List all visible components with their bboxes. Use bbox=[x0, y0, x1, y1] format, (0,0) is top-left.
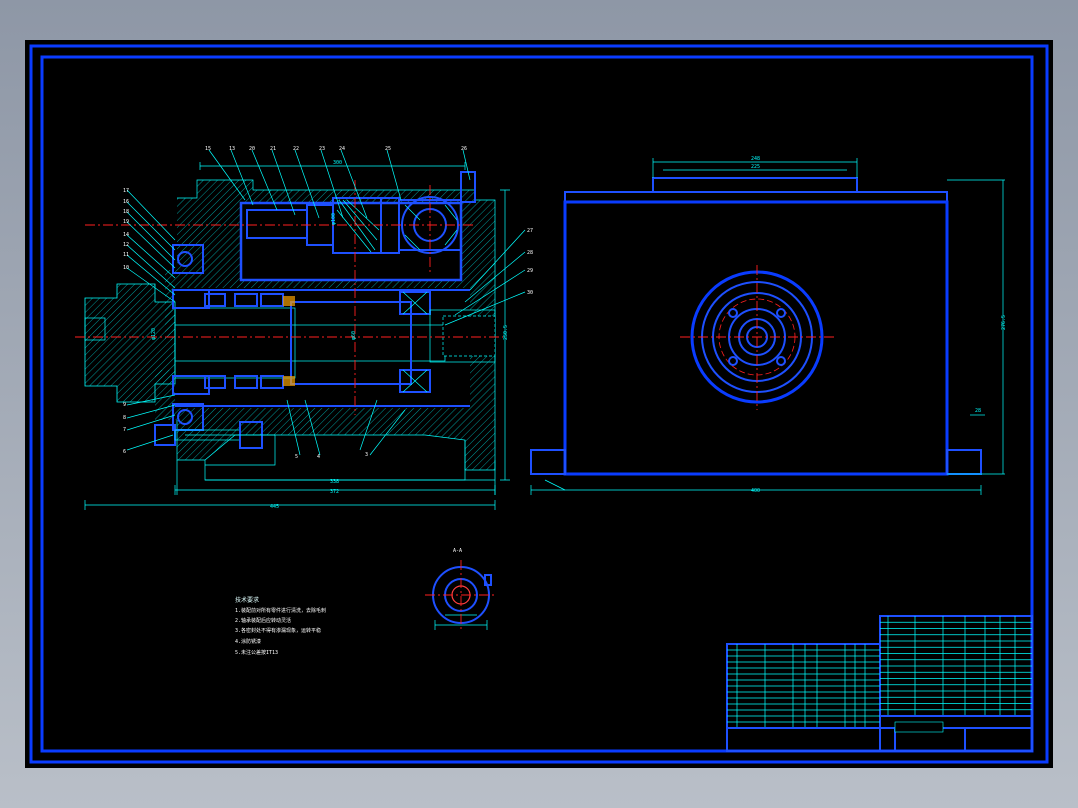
section-a-a: A-A bbox=[425, 548, 497, 630]
svg-text:19: 19 bbox=[123, 219, 129, 225]
notes-line: 4.涂防锈漆 bbox=[235, 638, 261, 645]
svg-text:4: 4 bbox=[317, 454, 320, 460]
svg-text:5: 5 bbox=[295, 454, 298, 460]
technical-notes: 技术要求 1.装配前对所有零件进行清洗，去除毛刺 2.轴承装配后应转动灵活 3.… bbox=[235, 596, 326, 656]
main-section-view: 445 372 338 300 250.5 φ120 φ60 φ100 15 1… bbox=[75, 146, 533, 510]
svg-text:13: 13 bbox=[229, 146, 235, 152]
svg-text:23: 23 bbox=[319, 146, 325, 152]
svg-text:300: 300 bbox=[333, 160, 342, 166]
svg-text:372: 372 bbox=[330, 489, 339, 495]
notes-line: 1.装配前对所有零件进行清洗，去除毛刺 bbox=[235, 607, 326, 614]
svg-text:12: 12 bbox=[123, 242, 129, 248]
svg-text:11: 11 bbox=[123, 252, 129, 258]
svg-text:18: 18 bbox=[123, 209, 129, 215]
title-block bbox=[726, 615, 1033, 752]
svg-text:29: 29 bbox=[527, 268, 533, 274]
svg-text:10: 10 bbox=[123, 265, 129, 271]
svg-text:338: 338 bbox=[330, 479, 339, 485]
svg-text:27: 27 bbox=[527, 228, 533, 234]
svg-text:26: 26 bbox=[461, 146, 467, 152]
svg-text:225: 225 bbox=[751, 164, 760, 170]
section-label: A-A bbox=[453, 548, 462, 554]
svg-text:30: 30 bbox=[527, 290, 533, 296]
notes-line: 2.轴承装配后应转动灵活 bbox=[235, 617, 291, 624]
svg-text:25: 25 bbox=[385, 146, 391, 152]
svg-text:400: 400 bbox=[751, 488, 760, 494]
svg-text:8: 8 bbox=[123, 415, 126, 421]
svg-text:20: 20 bbox=[249, 146, 255, 152]
svg-text:248: 248 bbox=[751, 156, 760, 162]
svg-text:φ120: φ120 bbox=[151, 328, 157, 340]
notes-line: 5.未注公差按IT13 bbox=[235, 649, 278, 656]
svg-text:22: 22 bbox=[293, 146, 299, 152]
svg-text:6: 6 bbox=[123, 449, 126, 455]
svg-text:φ60: φ60 bbox=[351, 331, 357, 340]
svg-text:14: 14 bbox=[123, 232, 129, 238]
svg-text:7: 7 bbox=[123, 427, 126, 433]
svg-text:3: 3 bbox=[365, 452, 368, 458]
notes-line: 3.各密封处不得有渗漏现象，运转平稳 bbox=[235, 627, 321, 634]
svg-text:276.5: 276.5 bbox=[1001, 315, 1007, 330]
notes-heading: 技术要求 bbox=[235, 596, 259, 604]
svg-text:17: 17 bbox=[123, 188, 129, 194]
svg-text:28: 28 bbox=[527, 250, 533, 256]
side-view: 248 225 400 276.5 28 bbox=[530, 156, 1007, 495]
svg-text:28: 28 bbox=[975, 408, 981, 414]
svg-text:445: 445 bbox=[270, 504, 279, 510]
svg-text:16: 16 bbox=[123, 199, 129, 205]
svg-text:15: 15 bbox=[205, 146, 211, 152]
svg-text:9: 9 bbox=[123, 402, 126, 408]
svg-text:φ100: φ100 bbox=[331, 213, 337, 225]
svg-text:21: 21 bbox=[270, 146, 276, 152]
svg-text:250.5: 250.5 bbox=[503, 325, 509, 340]
svg-text:24: 24 bbox=[339, 146, 345, 152]
cad-viewport[interactable]: 445 372 338 300 250.5 φ120 φ60 φ100 15 1… bbox=[25, 40, 1053, 768]
